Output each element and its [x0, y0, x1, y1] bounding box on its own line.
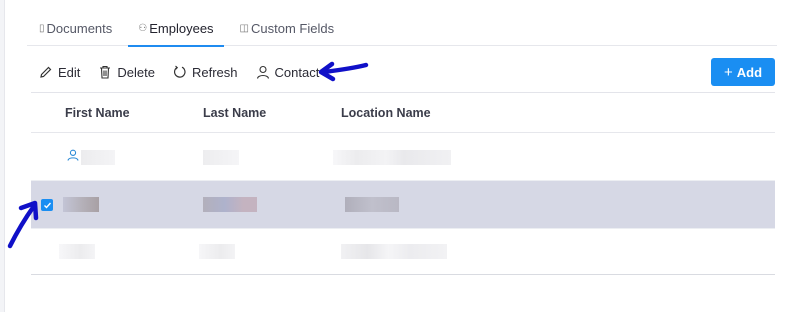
tab-documents[interactable]: ▯ Documents [27, 10, 126, 46]
table-row-selected[interactable] [31, 181, 775, 229]
first-name-redacted [59, 244, 95, 259]
tag-icon: ◫ [239, 22, 249, 34]
contact-label: Contact [274, 64, 320, 80]
first-name-redacted [63, 197, 99, 212]
add-button[interactable]: + Add [711, 58, 775, 86]
add-label: Add [736, 64, 763, 80]
column-header-location-name[interactable]: Location Name [341, 106, 431, 120]
people-icon: ⚇ [138, 22, 148, 34]
last-name-redacted [203, 150, 239, 165]
toolbar: Edit Delete Refresh Contact [39, 58, 319, 86]
contact-button[interactable]: Contact [256, 64, 320, 80]
edit-button[interactable]: Edit [39, 65, 80, 80]
document-icon: ▯ [39, 22, 45, 34]
employees-table: First Name Last Name Location Name [31, 93, 775, 277]
trash-icon [100, 65, 111, 79]
delete-label: Delete [117, 64, 155, 80]
employees-panel: ▯ Documents ⚇ Employees ◫ Custom Fields … [4, 0, 794, 312]
delete-button[interactable]: Delete [98, 65, 155, 80]
last-name-redacted [203, 197, 257, 212]
tab-custom-fields-label: Custom Fields [251, 20, 335, 36]
tab-bar: ▯ Documents ⚇ Employees ◫ Custom Fields [27, 10, 777, 47]
user-icon [67, 149, 79, 161]
tab-employees[interactable]: ⚇ Employees [126, 10, 227, 47]
column-header-last-name[interactable]: Last Name [203, 106, 266, 120]
table-header: First Name Last Name Location Name [31, 93, 775, 133]
refresh-label: Refresh [191, 64, 238, 80]
last-name-redacted [199, 244, 235, 259]
table-row[interactable] [31, 133, 775, 181]
location-name-redacted [345, 197, 399, 212]
plus-icon: + [723, 63, 733, 81]
annotation-arrow-contact-icon [318, 61, 369, 82]
tab-custom-fields[interactable]: ◫ Custom Fields [228, 10, 349, 46]
table-bottom-border [31, 274, 775, 275]
table-row[interactable] [31, 229, 775, 277]
pencil-icon [40, 66, 52, 78]
column-header-first-name[interactable]: First Name [65, 106, 130, 120]
first-name-redacted [81, 150, 115, 165]
tab-employees-label: Employees [149, 20, 214, 36]
location-name-redacted [341, 244, 447, 259]
tab-documents-label: Documents [46, 20, 113, 36]
edit-label: Edit [58, 64, 81, 80]
location-name-redacted [333, 150, 451, 165]
user-icon [256, 65, 269, 79]
refresh-icon [173, 65, 186, 78]
annotation-arrow-checkbox-icon [7, 200, 39, 249]
refresh-button[interactable]: Refresh [173, 65, 238, 80]
